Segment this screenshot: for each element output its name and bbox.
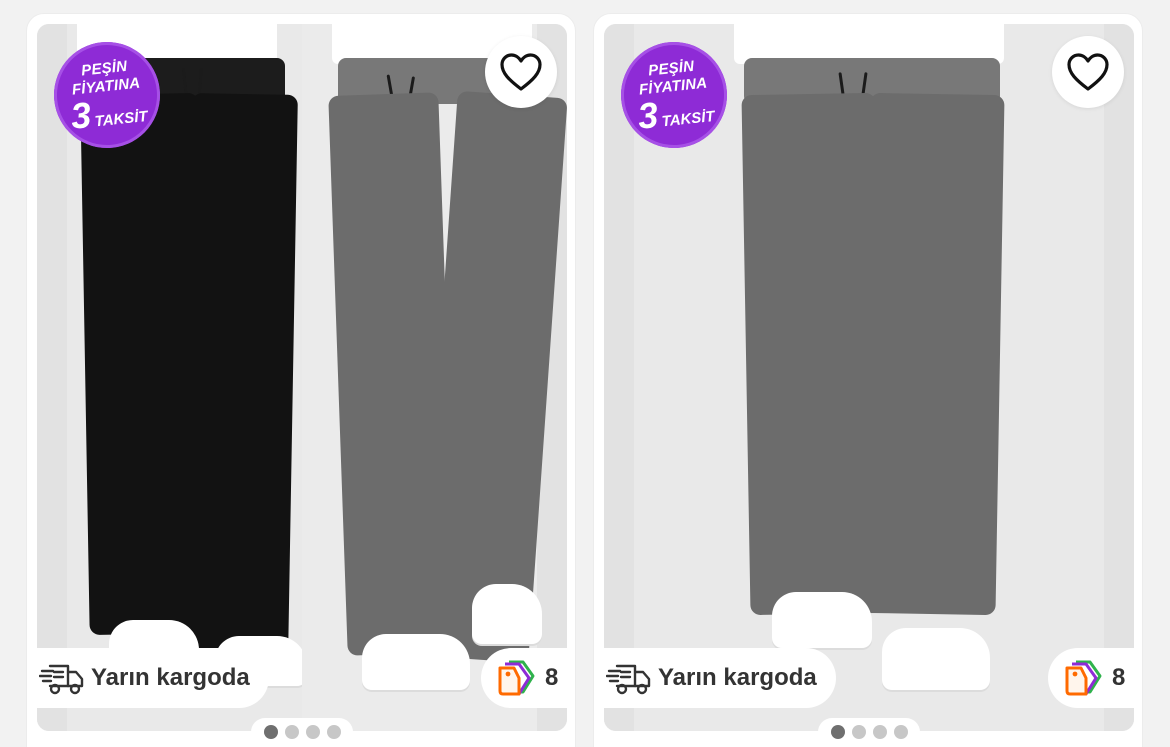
shipping-label: Yarın kargoda (658, 664, 817, 691)
carousel-dot[interactable] (326, 725, 341, 739)
carousel-dot[interactable] (851, 725, 866, 739)
multi-tag-icon (498, 660, 535, 696)
carousel-dot[interactable] (872, 725, 887, 739)
fast-shipping-badge: Yarın kargoda (37, 648, 269, 708)
promo-number: 3 (635, 93, 661, 137)
favorite-button[interactable] (1052, 36, 1124, 108)
offers-count: 8 (1112, 664, 1126, 691)
multi-tag-icon (1065, 660, 1102, 696)
heart-outline-icon (1067, 53, 1109, 91)
image-carousel-indicator[interactable] (251, 718, 353, 746)
shipping-label: Yarın kargoda (91, 664, 250, 691)
promo-word: TAKSİT (93, 107, 149, 131)
carousel-dot[interactable] (284, 725, 299, 739)
promo-number: 3 (68, 93, 94, 137)
carousel-dot[interactable] (893, 725, 908, 739)
offers-count-badge[interactable]: 8 (1048, 648, 1134, 708)
fast-shipping-badge: Yarın kargoda (604, 648, 836, 708)
favorite-button[interactable] (485, 36, 557, 108)
image-carousel-indicator[interactable] (818, 718, 920, 746)
heart-outline-icon (500, 53, 542, 91)
offers-count: 8 (545, 664, 559, 691)
promo-line-3: 3 TAKSİT (635, 92, 716, 137)
product-card-1[interactable]: PEŞİN FİYATINA 3 TAKSİT Yarın kargoda 8 (26, 13, 576, 747)
truck-icon (39, 664, 84, 695)
carousel-dot[interactable] (830, 725, 845, 739)
product-image-2[interactable]: PEŞİN FİYATINA 3 TAKSİT Yarın kargoda 8 (604, 24, 1134, 731)
carousel-dot[interactable] (305, 725, 320, 739)
carousel-dot[interactable] (263, 725, 278, 739)
promo-line-3: 3 TAKSİT (68, 92, 149, 137)
product-image-1[interactable]: PEŞİN FİYATINA 3 TAKSİT Yarın kargoda 8 (37, 24, 567, 731)
truck-icon (606, 664, 651, 695)
product-card-2[interactable]: PEŞİN FİYATINA 3 TAKSİT Yarın kargoda 8 (593, 13, 1143, 747)
offers-count-badge[interactable]: 8 (481, 648, 567, 708)
product-photo-grey-pants (302, 24, 567, 731)
promo-word: TAKSİT (660, 107, 716, 131)
